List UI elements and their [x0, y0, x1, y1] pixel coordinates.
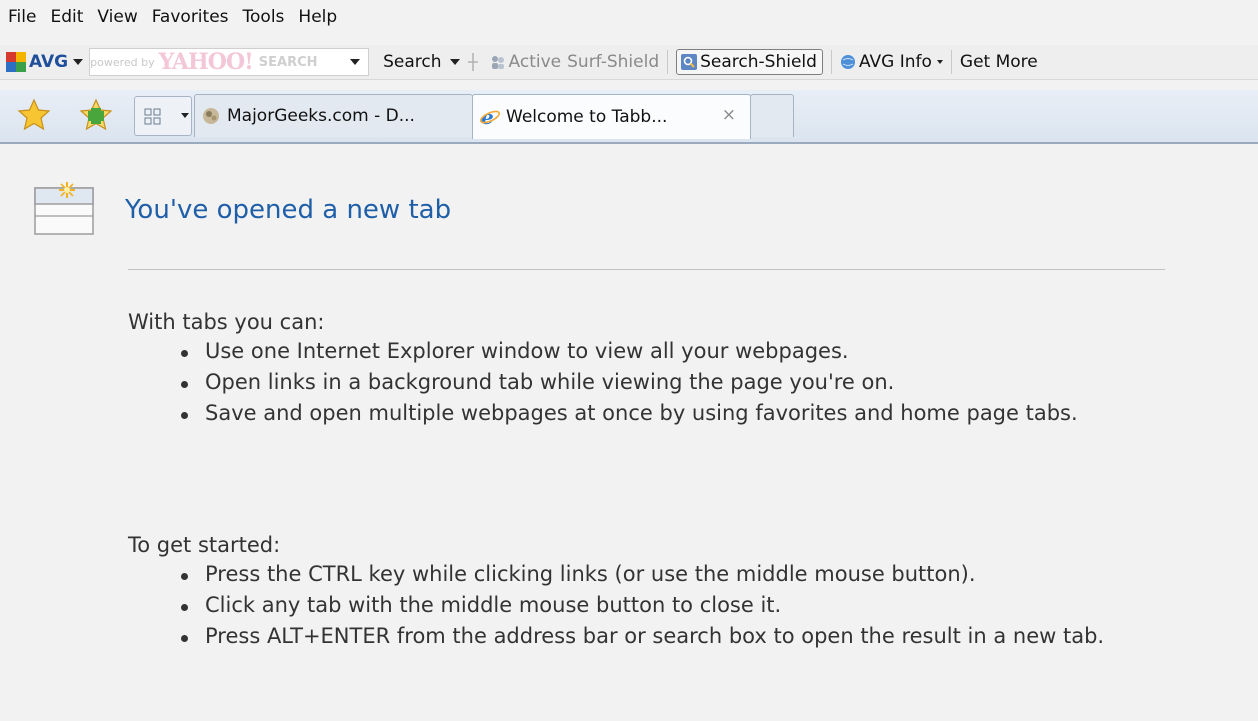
chevron-down-icon[interactable]	[350, 59, 361, 65]
quick-tabs-icon	[144, 108, 161, 125]
list-item: Press the CTRL key while clicking links …	[128, 559, 1258, 590]
page-title: You've opened a new tab	[125, 195, 452, 225]
majorgeeks-favicon-icon	[203, 108, 219, 124]
menu-view[interactable]: View	[97, 7, 137, 27]
favorites-star-icon[interactable]	[16, 98, 52, 132]
search-label: Search	[383, 52, 442, 72]
add-favorite-icon[interactable]	[78, 98, 114, 132]
avg-menu-button[interactable]: AVG	[6, 52, 84, 72]
surf-shield-label: Surf-Shield	[567, 52, 660, 72]
list-item: Save and open multiple webpages at once …	[128, 398, 1258, 429]
chevron-down-icon	[73, 59, 84, 65]
tab-majorgeeks[interactable]: MajorGeeks.com - D...	[194, 94, 473, 137]
search-button[interactable]: Search	[383, 52, 479, 72]
toolbar-separator	[830, 50, 832, 74]
chevron-down-icon	[181, 113, 189, 118]
menu-edit[interactable]: Edit	[50, 7, 83, 27]
quick-tabs-button[interactable]	[134, 96, 172, 136]
tabs-features-section: With tabs you can: Use one Internet Expl…	[128, 310, 1258, 429]
avg-toolbar: AVG powered by YAHOO! SEARCH Search Acti…	[0, 45, 1258, 80]
active-label: Active	[508, 52, 562, 72]
tab-label: MajorGeeks.com - D...	[227, 106, 415, 126]
search-shield-icon	[681, 54, 698, 70]
yahoo-logo: YAHOO!	[158, 49, 254, 75]
divider	[128, 269, 1165, 270]
new-tab-button[interactable]	[750, 94, 794, 137]
highlight-icon[interactable]	[466, 52, 480, 72]
search-shield-button[interactable]: Search-Shield	[676, 49, 823, 75]
globe-icon	[840, 55, 855, 69]
toolbar-separator	[667, 50, 669, 74]
tab-row: MajorGeeks.com - D... e Welcome to Tabb.…	[0, 90, 1258, 144]
list-item: Open links in a background tab while vie…	[128, 367, 1258, 398]
get-started-section: To get started: Press the CTRL key while…	[128, 533, 1258, 652]
get-more-button[interactable]: Get More	[960, 52, 1038, 72]
menu-bar: File Edit View Favorites Tools Help	[0, 0, 1258, 34]
ie-logo-icon: e	[479, 106, 501, 128]
search-shield-label: Search-Shield	[700, 52, 817, 72]
menu-help[interactable]: Help	[298, 7, 337, 27]
list-item: Press ALT+ENTER from the address bar or …	[128, 621, 1258, 652]
new-tab-page-icon	[34, 182, 94, 235]
avg-info-button[interactable]: AVG Info	[840, 52, 943, 72]
people-icon	[491, 56, 504, 69]
list-item: Use one Internet Explorer window to view…	[128, 336, 1258, 367]
list-item: Click any tab with the middle mouse butt…	[128, 590, 1258, 621]
tips-list: Press the CTRL key while clicking links …	[128, 559, 1258, 652]
section-heading: With tabs you can:	[128, 310, 325, 334]
chevron-down-icon	[936, 60, 943, 64]
tab-welcome[interactable]: e Welcome to Tabb... ×	[472, 94, 751, 139]
yahoo-powered-text: powered by	[90, 55, 155, 69]
tab-list-button[interactable]	[171, 96, 192, 136]
features-list: Use one Internet Explorer window to view…	[128, 336, 1258, 429]
yahoo-search-input[interactable]: powered by YAHOO! SEARCH	[89, 48, 370, 76]
menu-file[interactable]: File	[8, 7, 36, 27]
section-heading: To get started:	[128, 533, 281, 557]
toolbar-separator	[950, 50, 952, 74]
chevron-down-icon	[449, 59, 460, 65]
tab-label: Welcome to Tabb...	[506, 107, 668, 127]
get-more-label: Get More	[959, 52, 1038, 72]
avg-label: AVG	[29, 52, 69, 72]
avg-logo-icon	[6, 52, 26, 72]
yahoo-search-text: SEARCH	[258, 54, 318, 70]
close-tab-icon[interactable]: ×	[722, 105, 736, 125]
menu-favorites[interactable]: Favorites	[152, 7, 229, 27]
avg-info-label: AVG Info	[858, 52, 932, 72]
active-surf-shield-button[interactable]: Active Surf-Shield	[490, 52, 660, 72]
menu-tools[interactable]: Tools	[243, 7, 285, 27]
